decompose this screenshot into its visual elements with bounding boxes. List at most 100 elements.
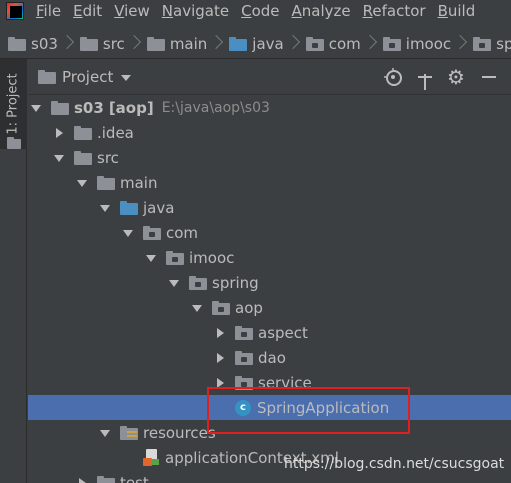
locate-target-icon[interactable] [383,67,403,87]
expand-right-arrow-icon[interactable] [214,327,226,339]
menu-analyze[interactable]: Analyze [292,2,351,20]
expand-down-arrow-icon[interactable] [30,102,42,114]
menu-edit[interactable]: Edit [73,2,102,20]
breadcrumb-item-main[interactable]: main [139,34,221,54]
breadcrumb-label: src [102,34,125,53]
module-folder-icon [8,36,26,51]
package-icon [189,275,207,290]
project-tool-tab[interactable]: 1: Project [0,59,27,149]
menu-view[interactable]: View [114,2,150,20]
chevron-right-icon [455,34,465,54]
tree-row[interactable]: service [28,370,511,395]
breadcrumb-item-com[interactable]: com [298,34,375,54]
expand-down-arrow-icon[interactable] [99,202,111,214]
expand-down-arrow-icon[interactable] [122,227,134,239]
tree-item-label: service [258,373,312,392]
tree-item-label: SpringApplication [257,398,390,417]
xml-file-icon [143,448,159,467]
expand-right-arrow-icon[interactable] [214,377,226,389]
project-tool-tab-label: 1: Project [5,73,21,135]
tree-row[interactable]: .idea [28,120,511,145]
breadcrumb-label: java [252,34,284,53]
tree-row[interactable]: aop [28,295,511,320]
source-folder-icon [120,200,138,215]
chevron-right-icon [211,34,221,54]
menu-refactor[interactable]: Refactor [363,2,426,20]
menu-build[interactable]: Build [438,2,476,20]
expand-right-arrow-icon[interactable] [76,477,88,483]
folder-icon [74,125,92,140]
expand-right-arrow-icon[interactable] [53,127,65,139]
expand-down-arrow-icon[interactable] [53,152,65,164]
tree-row[interactable]: resources [28,420,511,445]
package-icon [473,36,492,51]
module-folder-icon [51,100,69,115]
tree-item-label: com [166,223,199,242]
expand-down-arrow-icon[interactable] [76,177,88,189]
expand-down-arrow-icon[interactable] [99,427,111,439]
tree-item-label: resources [143,423,216,442]
breadcrumb-item-spring[interactable]: spring [465,35,511,53]
tree-item-label: aspect [258,323,308,342]
watermark: https://blog.csdn.net/csucsgoat [284,456,505,472]
collapse-all-icon[interactable] [415,67,435,95]
expand-down-arrow-icon[interactable] [191,302,203,314]
folder-icon [97,475,115,483]
project-panel-header: Project [28,59,511,95]
breadcrumb-item-imooc[interactable]: imooc [375,34,465,54]
intellij-logo-icon [6,2,24,20]
panel-toolbar [383,59,511,95]
package-icon [382,36,401,51]
folder-icon [97,175,115,190]
expand-down-arrow-icon[interactable] [168,277,180,289]
breadcrumb-item-java[interactable]: java [221,34,297,54]
tree-row[interactable]: spring [28,270,511,295]
tree-row[interactable]: c SpringApplication [28,395,511,420]
breadcrumb-label: imooc [405,34,452,53]
chevron-down-icon[interactable] [121,74,132,81]
package-icon [235,325,253,340]
breadcrumb-label: main [169,34,208,53]
tree-row[interactable]: imooc [28,245,511,270]
module-name-suffix: [aop] [108,98,154,117]
tree-row[interactable]: src [28,145,511,170]
package-icon [305,36,324,51]
hide-icon[interactable] [479,67,499,87]
tree-item-label: aop [235,298,263,317]
tree-row[interactable]: com [28,220,511,245]
java-class-icon: c [235,399,251,416]
breadcrumb: s03 src main java com imooc spring [0,29,511,59]
expand-right-arrow-icon[interactable] [214,352,226,364]
menu-bar: File Edit View Navigate Code Analyze Ref… [0,0,511,22]
chevron-right-icon [129,34,139,54]
breadcrumb-item-s03[interactable]: s03 [0,34,72,54]
menu-navigate[interactable]: Navigate [162,2,229,20]
chevron-right-icon [365,34,375,54]
module-path: E:\java\aop\s03 [161,99,270,116]
tree-item-label: java [143,198,175,217]
project-panel: Project s03[aop] E:\java\aop\s03 .idea srcm… [28,59,511,483]
package-icon [235,375,253,390]
tree-row[interactable]: java [28,195,511,220]
menu-code[interactable]: Code [241,2,279,20]
tree-row[interactable]: main [28,170,511,195]
folder-icon [146,36,165,51]
tree-item-label: spring [212,273,259,292]
resources-folder-icon [120,425,138,440]
breadcrumb-label: s03 [31,34,58,53]
tree-row[interactable]: dao [28,345,511,370]
breadcrumb-label: com [328,34,361,53]
project-icon [38,69,56,84]
panel-title[interactable]: Project [62,68,113,86]
tree-row[interactable]: s03 [aop] E:\java\aop\s03 [28,95,511,120]
expand-down-arrow-icon[interactable] [145,252,157,264]
gear-icon[interactable] [447,65,467,89]
breadcrumb-item-src[interactable]: src [72,34,139,54]
source-folder-icon [229,36,248,51]
chevron-right-icon [288,34,298,54]
tool-window-strip: 1: Project [0,59,27,483]
tree-item-label: src [97,148,119,167]
tree-row[interactable]: aspect [28,320,511,345]
menu-file[interactable]: File [36,2,61,20]
folder-icon [74,150,92,165]
